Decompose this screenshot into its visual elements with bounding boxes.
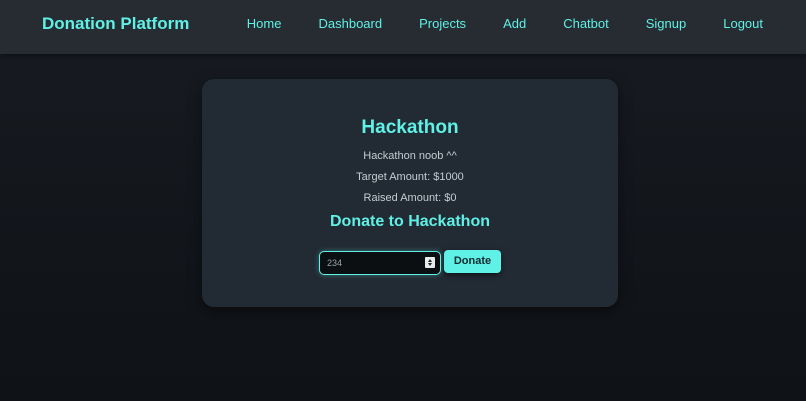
nav-link-add[interactable]: Add xyxy=(503,16,526,31)
target-amount: Target Amount: $1000 xyxy=(356,171,464,183)
number-spinner-icon[interactable] xyxy=(425,257,435,268)
nav-link-signup[interactable]: Signup xyxy=(646,16,686,31)
nav-links: Home Dashboard Projects Add Chatbot Sign… xyxy=(247,16,763,31)
nav-link-logout[interactable]: Logout xyxy=(723,16,763,31)
raised-amount: Raised Amount: $0 xyxy=(363,192,457,204)
project-title: Hackathon xyxy=(361,117,459,138)
amount-field[interactable] xyxy=(319,251,441,275)
donate-heading: Donate to Hackathon xyxy=(329,213,490,230)
donate-form: Donate xyxy=(319,249,501,275)
nav-link-chatbot[interactable]: Chatbot xyxy=(563,16,609,31)
nav-link-home[interactable]: Home xyxy=(247,16,282,31)
spinner-up-icon[interactable] xyxy=(428,259,432,262)
nav-link-dashboard[interactable]: Dashboard xyxy=(318,16,382,31)
donate-button[interactable]: Donate xyxy=(444,249,501,273)
project-description: Hackathon noob ^^ xyxy=(363,150,457,162)
navbar: Donation Platform Home Dashboard Project… xyxy=(0,0,806,54)
spinner-down-icon[interactable] xyxy=(428,263,432,266)
brand-logo-link[interactable]: Donation Platform xyxy=(42,14,189,34)
amount-input[interactable] xyxy=(327,256,417,270)
project-card: Hackathon Hackathon noob ^^ Target Amoun… xyxy=(202,79,618,307)
nav-link-projects[interactable]: Projects xyxy=(419,16,466,31)
